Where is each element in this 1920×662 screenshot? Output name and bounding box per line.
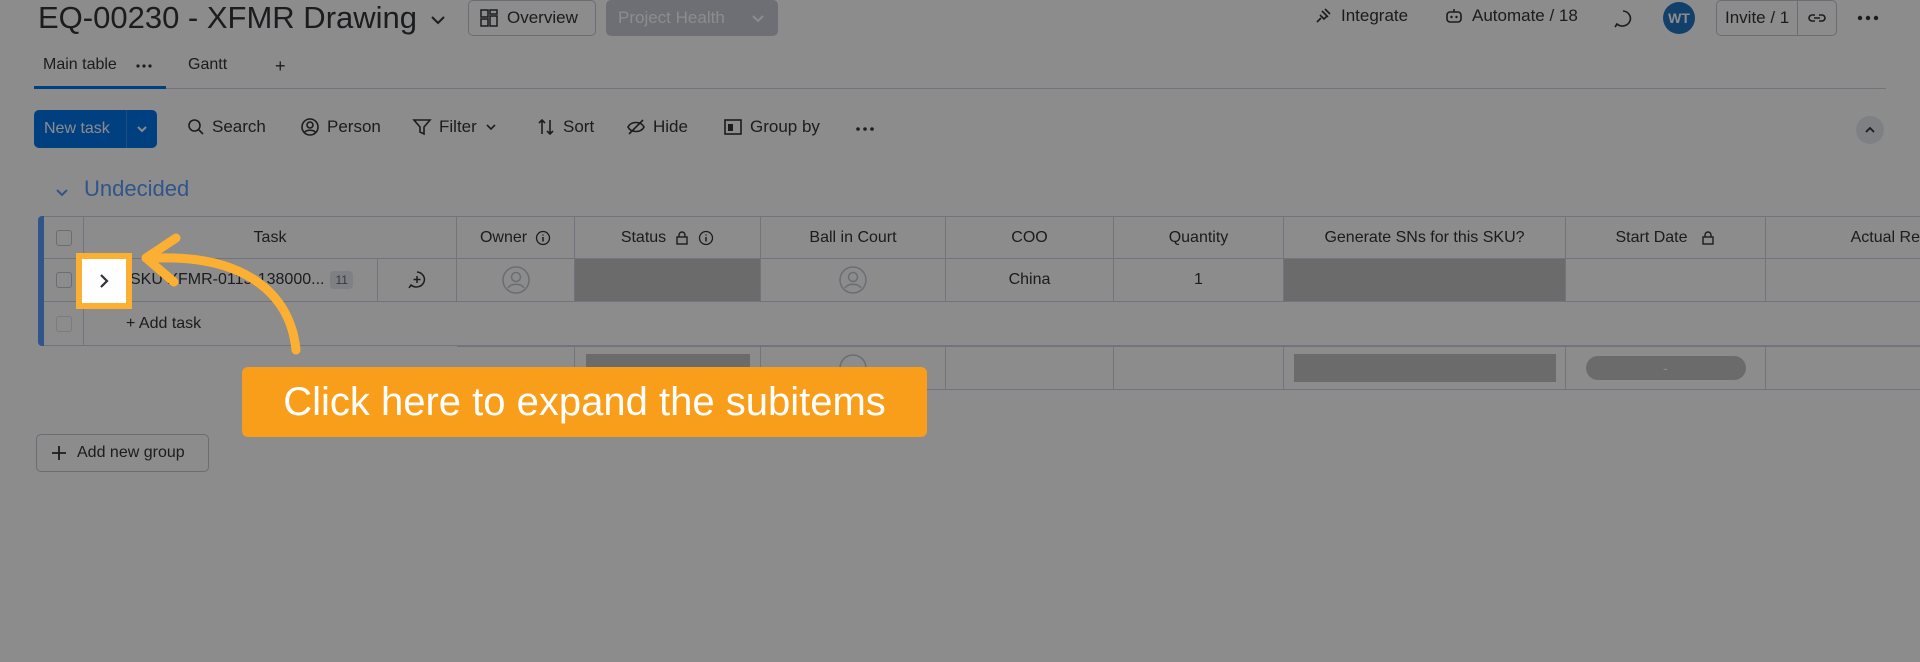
- tutorial-arrow-icon: [141, 233, 301, 355]
- tutorial-callout: Click here to expand the subitems: [242, 367, 927, 437]
- chevron-right-icon[interactable]: [95, 272, 113, 290]
- expand-subitems-highlight[interactable]: [76, 253, 132, 309]
- tutorial-callout-text: Click here to expand the subitems: [283, 379, 886, 424]
